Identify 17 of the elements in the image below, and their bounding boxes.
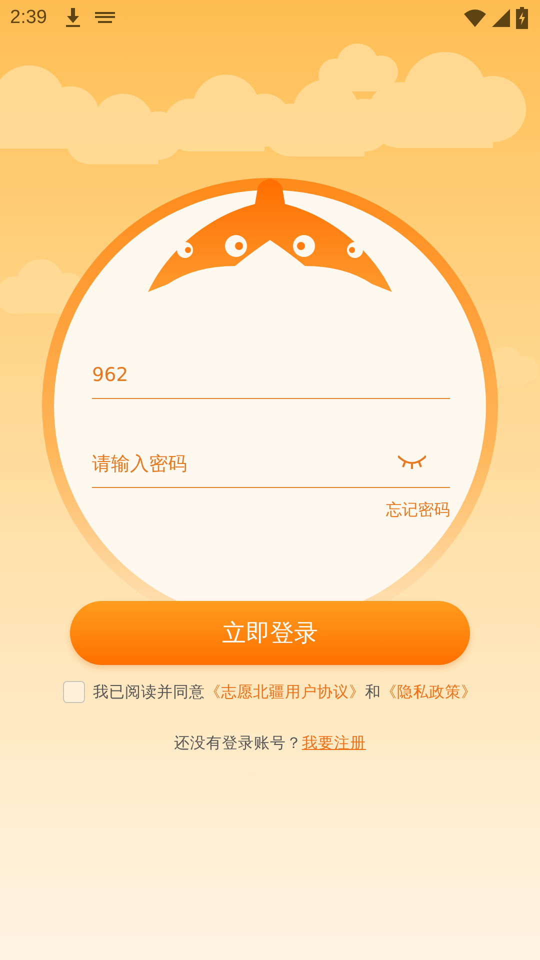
battery-icon bbox=[516, 7, 528, 29]
wifi-icon bbox=[464, 9, 486, 27]
signal-icon bbox=[492, 9, 510, 27]
keyboard-icon bbox=[94, 12, 115, 24]
status-time: 2:39 bbox=[10, 7, 47, 29]
register-link[interactable]: 我要注册 bbox=[302, 734, 366, 752]
username-field[interactable]: 962 bbox=[92, 352, 450, 399]
download-icon bbox=[64, 8, 81, 28]
forgot-password-link[interactable]: 忘记密码 bbox=[386, 500, 450, 521]
agreement-text: 我已阅读并同意《志愿北疆用户协议》和《隐私政策》 bbox=[93, 682, 477, 702]
agreement-checkbox[interactable] bbox=[63, 681, 85, 703]
agreement-link[interactable]: 《志愿北疆用户协议》 bbox=[205, 682, 365, 700]
password-field[interactable]: 请输入密码 bbox=[92, 441, 450, 488]
register-prompt: 还没有登录账号？我要注册 bbox=[174, 733, 366, 754]
closed-eye-icon[interactable] bbox=[398, 455, 426, 469]
agreement-link[interactable]: 《隐私政策》 bbox=[381, 682, 477, 700]
login-button[interactable]: 立即登录 bbox=[70, 601, 470, 665]
